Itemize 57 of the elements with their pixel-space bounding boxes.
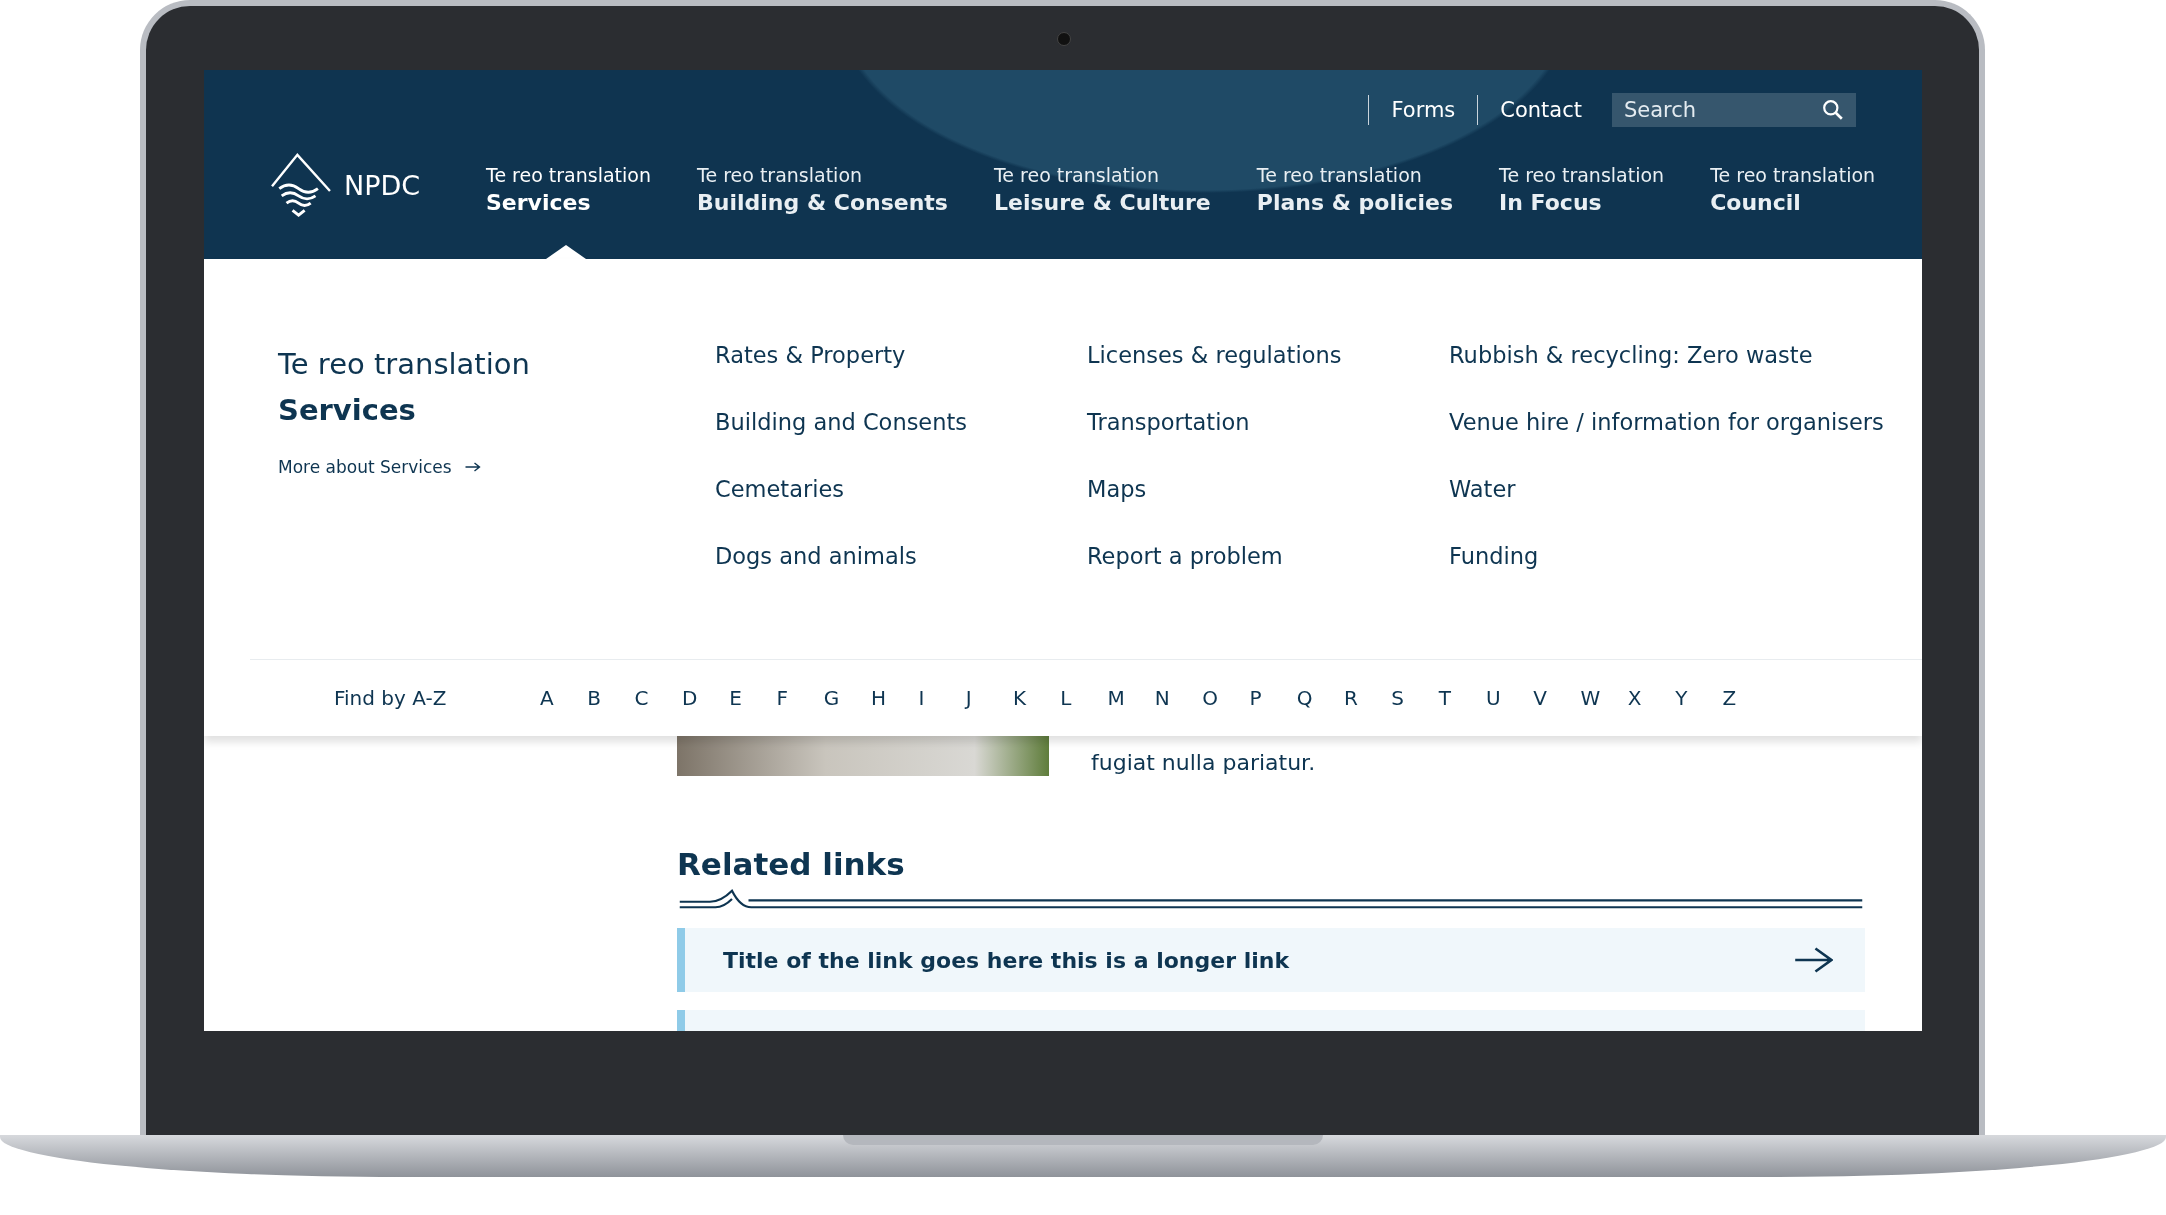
- menu-link[interactable]: Venue hire / information for organisers: [1449, 408, 1884, 436]
- az-letter-link[interactable]: E: [729, 686, 777, 710]
- az-letter-link[interactable]: V: [1533, 686, 1581, 710]
- menu-link[interactable]: Rates & Property: [715, 341, 1087, 369]
- menu-link[interactable]: Water: [1449, 475, 1884, 503]
- nav-tab[interactable]: Te reo translation Council: [1710, 154, 1876, 259]
- paragraph-text: fugiat nulla pariatur.: [1091, 750, 1316, 776]
- az-letter-link[interactable]: B: [587, 686, 635, 710]
- az-letter-link[interactable]: W: [1580, 686, 1628, 710]
- menu-link[interactable]: Licenses & regulations: [1087, 341, 1449, 369]
- az-letter-link[interactable]: T: [1438, 686, 1486, 710]
- camera-icon: [1056, 32, 1071, 46]
- az-letter-link[interactable]: S: [1391, 686, 1439, 710]
- menu-link[interactable]: Rubbish & recycling: Zero waste: [1449, 341, 1884, 369]
- section-heading: Related links: [677, 846, 906, 882]
- az-letter-link[interactable]: Q: [1296, 686, 1345, 710]
- related-link[interactable]: Title of the link goes here this is a longer link: [677, 928, 1865, 992]
- menu-link[interactable]: Cemetaries: [715, 475, 1087, 503]
- az-letter-link[interactable]: X: [1627, 686, 1676, 710]
- az-letter-link[interactable]: L: [1060, 686, 1108, 710]
- az-letter-link[interactable]: R: [1344, 686, 1392, 710]
- menu-link[interactable]: Funding: [1449, 542, 1884, 570]
- logo-text: NPDC: [344, 169, 421, 201]
- az-letter-link[interactable]: O: [1202, 686, 1250, 710]
- nav-tab[interactable]: Te reo translation Plans & policies: [1256, 154, 1454, 259]
- az-letter-link[interactable]: F: [776, 686, 824, 710]
- menu-link[interactable]: Maps: [1087, 475, 1449, 503]
- az-letter-link[interactable]: N: [1154, 686, 1203, 710]
- more-link[interactable]: More about Services: [278, 457, 715, 477]
- az-letter-link[interactable]: J: [965, 686, 1013, 710]
- menu-link[interactable]: Dogs and animals: [715, 542, 1087, 570]
- utility-link[interactable]: Forms: [1391, 98, 1456, 122]
- az-letter-link[interactable]: Z: [1722, 686, 1770, 710]
- az-letter-link[interactable]: K: [1012, 686, 1061, 710]
- nav-tab[interactable]: Te reo translation Building & Consents: [697, 154, 948, 259]
- menu-link[interactable]: Transportation: [1087, 408, 1449, 436]
- az-letter-link[interactable]: G: [823, 686, 872, 710]
- az-letter-link[interactable]: D: [681, 686, 730, 710]
- menu-link[interactable]: Report a problem: [1087, 542, 1449, 570]
- az-letter-link[interactable]: P: [1249, 686, 1297, 710]
- menu-title: Services: [278, 393, 417, 427]
- menu-link[interactable]: Building and Consents: [715, 408, 1087, 436]
- utility-link[interactable]: Contact: [1500, 98, 1582, 122]
- search-icon: [1822, 99, 1844, 121]
- nav-tab[interactable]: Te reo translation In Focus: [1499, 154, 1665, 259]
- az-letter-link[interactable]: C: [634, 686, 682, 710]
- nav-tab[interactable]: Te reo translation Leisure & Culture: [993, 154, 1211, 259]
- az-letter-link[interactable]: M: [1107, 686, 1155, 710]
- az-letter-link[interactable]: U: [1485, 686, 1534, 710]
- az-letter-link[interactable]: Y: [1675, 686, 1723, 710]
- az-letter-link[interactable]: A: [540, 686, 588, 710]
- arrow-icon: [463, 461, 482, 473]
- search-field[interactable]: Search: [1612, 93, 1856, 127]
- arrow-icon: [1795, 947, 1833, 973]
- az-letter-link[interactable]: H: [871, 686, 919, 710]
- az-label: Find by A-Z: [334, 686, 448, 710]
- menu-kicker: Te reo translation: [278, 347, 531, 381]
